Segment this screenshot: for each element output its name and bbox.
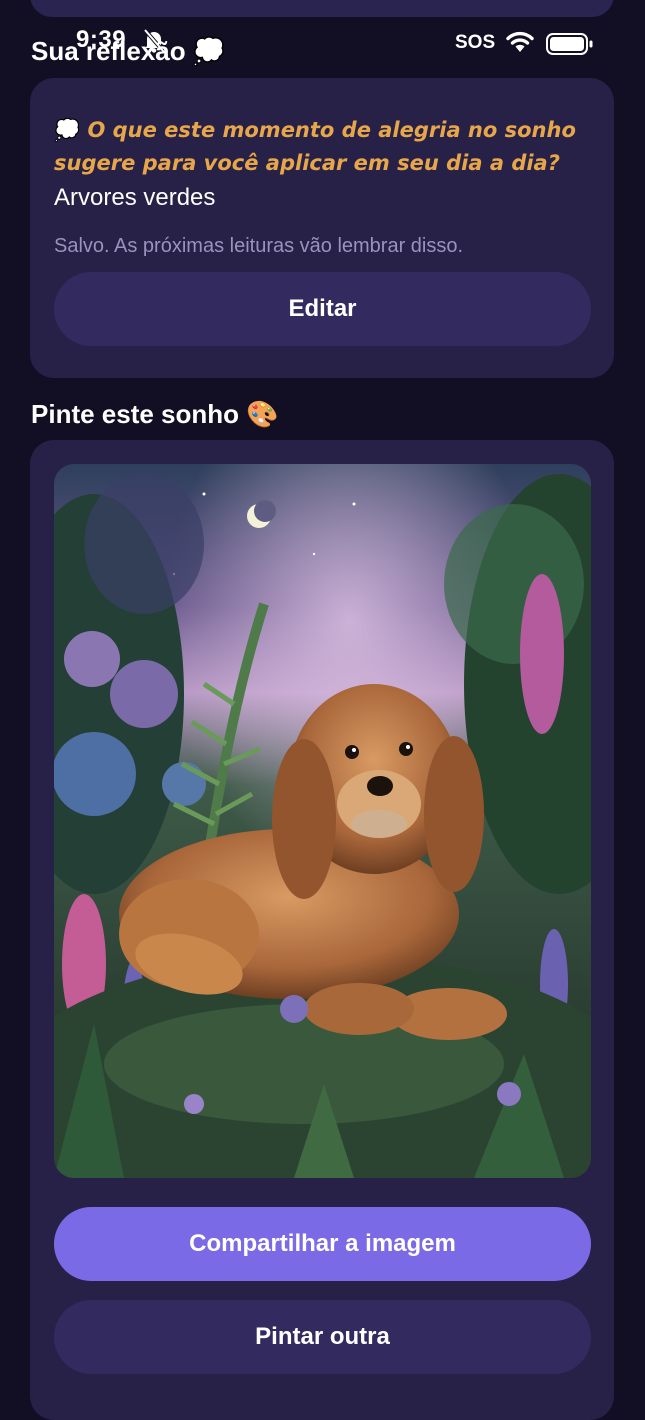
saved-note: Salvo. As próximas leituras vão lembrar … bbox=[54, 235, 464, 257]
paint-card: Compartilhar a imagem Pintar outra bbox=[30, 440, 614, 1420]
dream-painting-image bbox=[54, 464, 591, 1178]
edit-button[interactable]: Editar bbox=[54, 272, 591, 346]
reflection-question: 💭 O que este momento de alegria no sonho… bbox=[54, 114, 594, 180]
share-image-button[interactable]: Compartilhar a imagem bbox=[54, 1207, 591, 1281]
reflection-answer: Arvores verdes bbox=[54, 184, 216, 211]
carrier-label: SOS bbox=[455, 32, 496, 53]
battery-icon bbox=[546, 33, 593, 55]
thought-bubble-icon: 💭 bbox=[192, 36, 226, 66]
reflection-title: Sua reflexão bbox=[31, 36, 186, 66]
wifi-icon bbox=[506, 31, 534, 52]
paint-another-button[interactable]: Pintar outra bbox=[54, 1300, 591, 1374]
thought-bubble-icon: 💭 bbox=[54, 118, 81, 142]
section-title-paint: Pinte este sonho 🎨 bbox=[31, 399, 279, 430]
reflection-card: 💭 O que este momento de alegria no sonho… bbox=[30, 78, 614, 378]
palette-icon: 🎨 bbox=[246, 399, 279, 429]
section-title-reflection: Sua reflexão 💭 bbox=[31, 36, 225, 67]
paint-title: Pinte este sonho bbox=[31, 399, 240, 429]
question-text: O que este momento de alegria no sonho s… bbox=[54, 118, 576, 175]
